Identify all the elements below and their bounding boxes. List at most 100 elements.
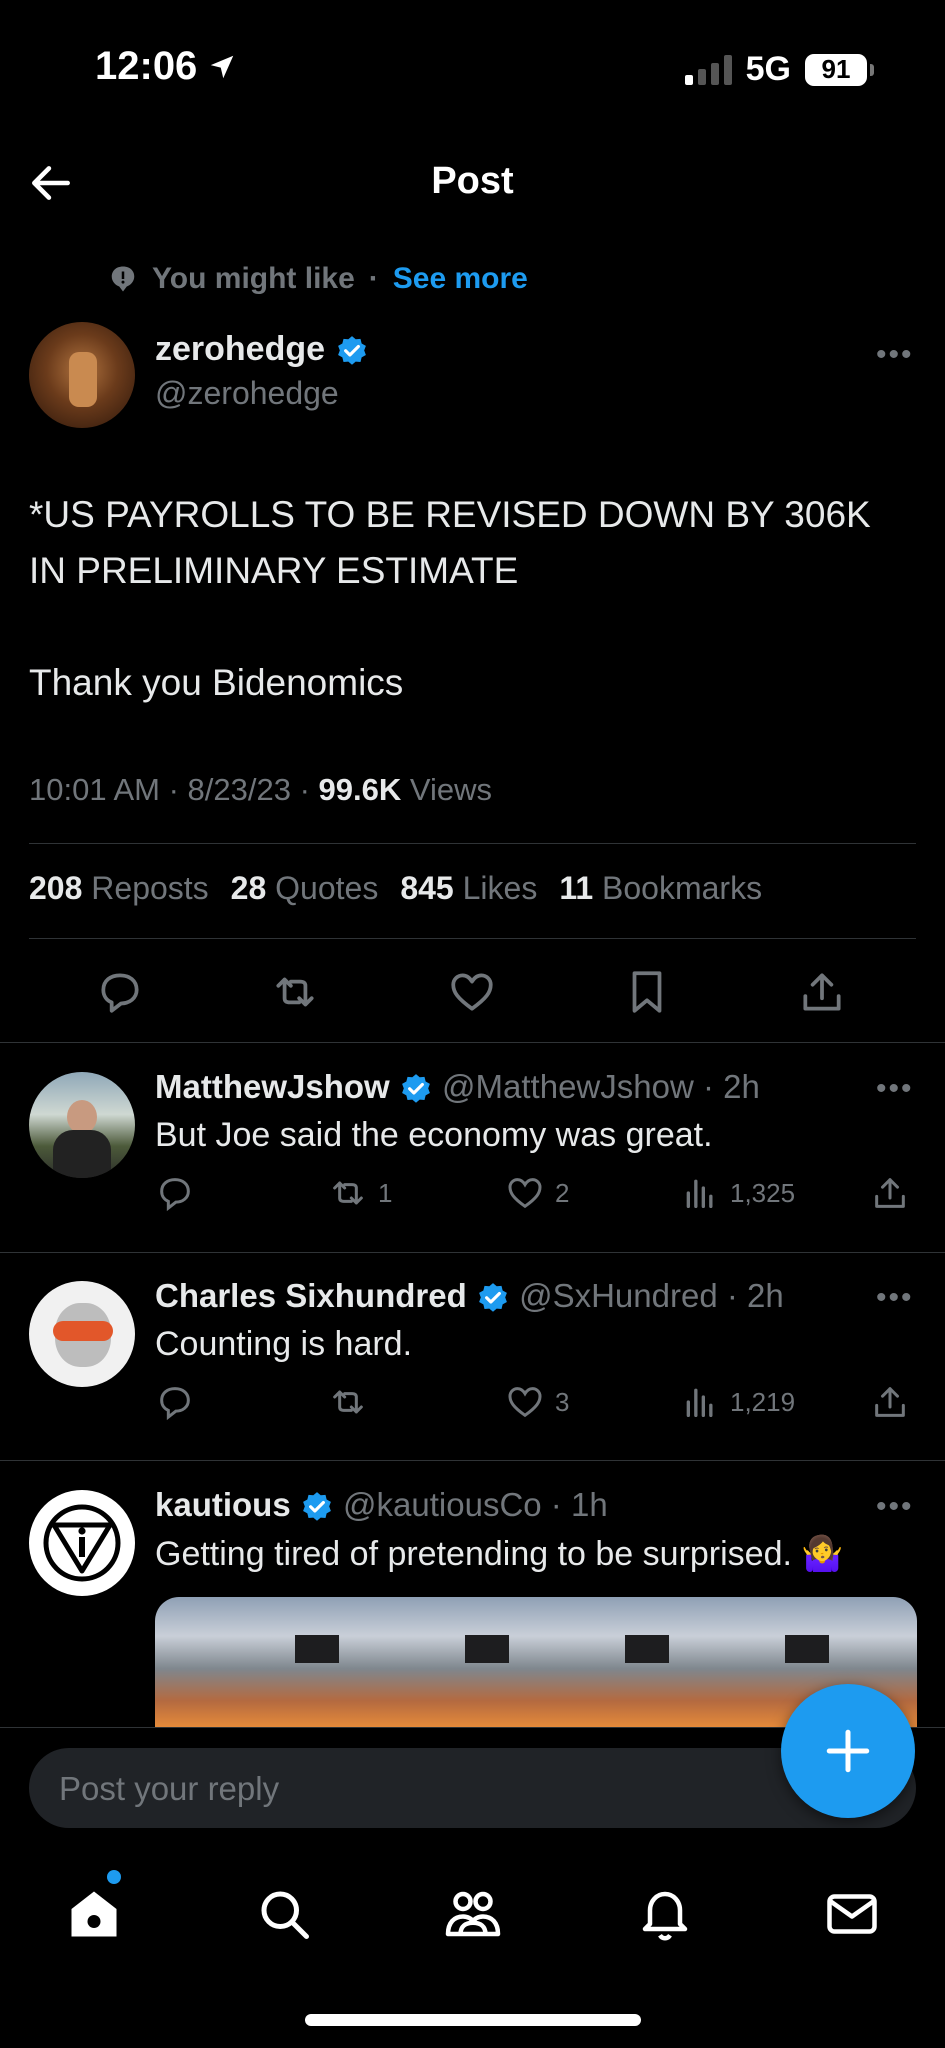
reply-header: Charles Sixhundred @SxHundred · 2h: [155, 1277, 784, 1315]
bookmark-icon[interactable]: [622, 967, 672, 1017]
reply-button[interactable]: [155, 1173, 195, 1213]
search-icon[interactable]: [254, 1884, 314, 1944]
reposts-stat[interactable]: 208 Reposts: [29, 870, 209, 907]
like-button[interactable]: 3: [505, 1382, 569, 1422]
post-stats: 208 Reposts 28 Quotes 845 Likes 11 Bookm…: [29, 870, 762, 907]
context-label: You might like: [152, 262, 355, 295]
messages-mail-icon[interactable]: [822, 1884, 882, 1944]
verified-badge-icon: [401, 1074, 430, 1104]
reply-icon[interactable]: [95, 967, 145, 1017]
repost-icon: [333, 1390, 363, 1414]
reply-action-bar: 3 1,219: [155, 1382, 915, 1432]
notifications-bell-icon[interactable]: [635, 1884, 695, 1944]
divider: [29, 938, 916, 939]
bookmarks-stat[interactable]: 11 Bookmarks: [559, 870, 762, 907]
share-icon[interactable]: [797, 967, 847, 1017]
repost-button[interactable]: [328, 1382, 378, 1422]
author-avatar[interactable]: [29, 322, 135, 428]
author-name-row[interactable]: zerohedge: [155, 330, 369, 369]
post-timestamp: 10:01 AM · 8/23/23 ·: [29, 772, 319, 807]
post-views-count: 99.6K: [318, 772, 402, 807]
reply-author-name[interactable]: Charles Sixhundred: [155, 1277, 467, 1314]
home-indicator: [305, 2014, 641, 2026]
home-unread-dot: [107, 1870, 121, 1884]
compose-button[interactable]: [781, 1684, 915, 1818]
network-type: 5G: [745, 50, 791, 88]
battery-icon: 91: [805, 53, 874, 86]
reply-handle[interactable]: @SxHundred · 2h: [519, 1277, 784, 1314]
reply-icon: [160, 1387, 190, 1421]
views-button[interactable]: 1,219: [680, 1382, 795, 1422]
reposts-label: Reposts: [91, 870, 209, 906]
status-time: 12:06: [95, 44, 237, 89]
author-name[interactable]: zerohedge: [155, 330, 325, 368]
verified-badge-icon: [302, 1492, 331, 1522]
reply-header: MatthewJshow @MatthewJshow · 2h: [155, 1068, 760, 1106]
communities-icon[interactable]: [443, 1884, 503, 1944]
views-count: 1,325: [730, 1177, 796, 1208]
reply-action-bar: 1 2 1,325: [155, 1173, 915, 1223]
status-indicators: 5G 91: [684, 50, 874, 89]
recommendation-context: You might like · See more: [108, 262, 528, 296]
like-heart-icon[interactable]: [447, 967, 497, 1017]
post-views-label: Views: [401, 772, 492, 807]
like-button[interactable]: 2: [505, 1173, 569, 1213]
speech-bubble-icon: [111, 266, 135, 292]
share-icon: [875, 1387, 905, 1417]
reply-handle[interactable]: @MatthewJshow · 2h: [442, 1068, 760, 1105]
views-bar-chart-icon: [686, 1388, 713, 1417]
reply-handle[interactable]: @kautiousCo · 1h: [343, 1486, 608, 1523]
battery-level: 91: [821, 54, 851, 84]
reply-button[interactable]: [155, 1382, 195, 1422]
views-count: 1,219: [730, 1386, 796, 1417]
see-more-link[interactable]: See more: [393, 262, 528, 296]
post-action-bar: [0, 955, 945, 1035]
location-arrow-icon: [211, 55, 234, 78]
views-bar-chart-icon: [686, 1179, 713, 1208]
like-count: 3: [555, 1386, 570, 1417]
reply-item[interactable]: MatthewJshow @MatthewJshow · 2h ••• But …: [0, 1068, 945, 1212]
divider: [0, 1042, 945, 1043]
more-options-icon[interactable]: •••: [876, 338, 914, 372]
likes-count: 845: [400, 870, 454, 906]
reply-text: Getting tired of pretending to be surpri…: [155, 1535, 844, 1573]
quotes-label: Quotes: [275, 870, 379, 906]
like-heart-icon: [508, 1178, 542, 1209]
repost-icon: [333, 1181, 363, 1205]
more-options-icon[interactable]: •••: [876, 1281, 914, 1315]
quotes-stat[interactable]: 28 Quotes: [231, 870, 379, 907]
reply-header: kautious @kautiousCo · 1h: [155, 1486, 608, 1524]
divider: [0, 1460, 945, 1461]
divider: [29, 843, 916, 844]
repost-icon[interactable]: [270, 967, 320, 1017]
more-options-icon[interactable]: •••: [876, 1072, 914, 1106]
views-button[interactable]: 1,325: [680, 1173, 795, 1213]
bookmarks-count: 11: [559, 870, 594, 906]
reply-item[interactable]: Charles Sixhundred @SxHundred · 2h ••• C…: [0, 1277, 945, 1421]
likes-stat[interactable]: 845 Likes: [400, 870, 537, 907]
page-title: Post: [431, 160, 514, 202]
clock-text: 12:06: [95, 44, 198, 88]
reply-text: Counting is hard.: [155, 1325, 413, 1363]
context-separator: ·: [368, 262, 379, 295]
plus-icon: [826, 1729, 870, 1773]
top-nav-bar: Post: [0, 130, 945, 235]
home-icon[interactable]: [64, 1884, 124, 1944]
reply-author-name[interactable]: MatthewJshow: [155, 1068, 390, 1105]
signal-icon: [684, 54, 732, 85]
reply-text: But Joe said the economy was great.: [155, 1116, 713, 1154]
repost-button[interactable]: 1: [328, 1173, 392, 1213]
author-handle[interactable]: @zerohedge: [155, 375, 339, 412]
verified-badge-icon: [337, 336, 366, 365]
like-count: 2: [555, 1177, 570, 1208]
share-button[interactable]: [870, 1382, 910, 1422]
more-options-icon[interactable]: •••: [876, 1490, 914, 1524]
status-bar: 12:06 5G 91: [0, 0, 945, 130]
share-icon: [875, 1178, 905, 1208]
share-button[interactable]: [870, 1173, 910, 1213]
quotes-count: 28: [230, 870, 267, 906]
likes-label: Likes: [462, 870, 538, 906]
post-text: *US PAYROLLS TO BE REVISED DOWN BY 306K …: [29, 494, 871, 703]
reply-author-name[interactable]: kautious: [155, 1486, 291, 1523]
divider: [0, 1252, 945, 1253]
